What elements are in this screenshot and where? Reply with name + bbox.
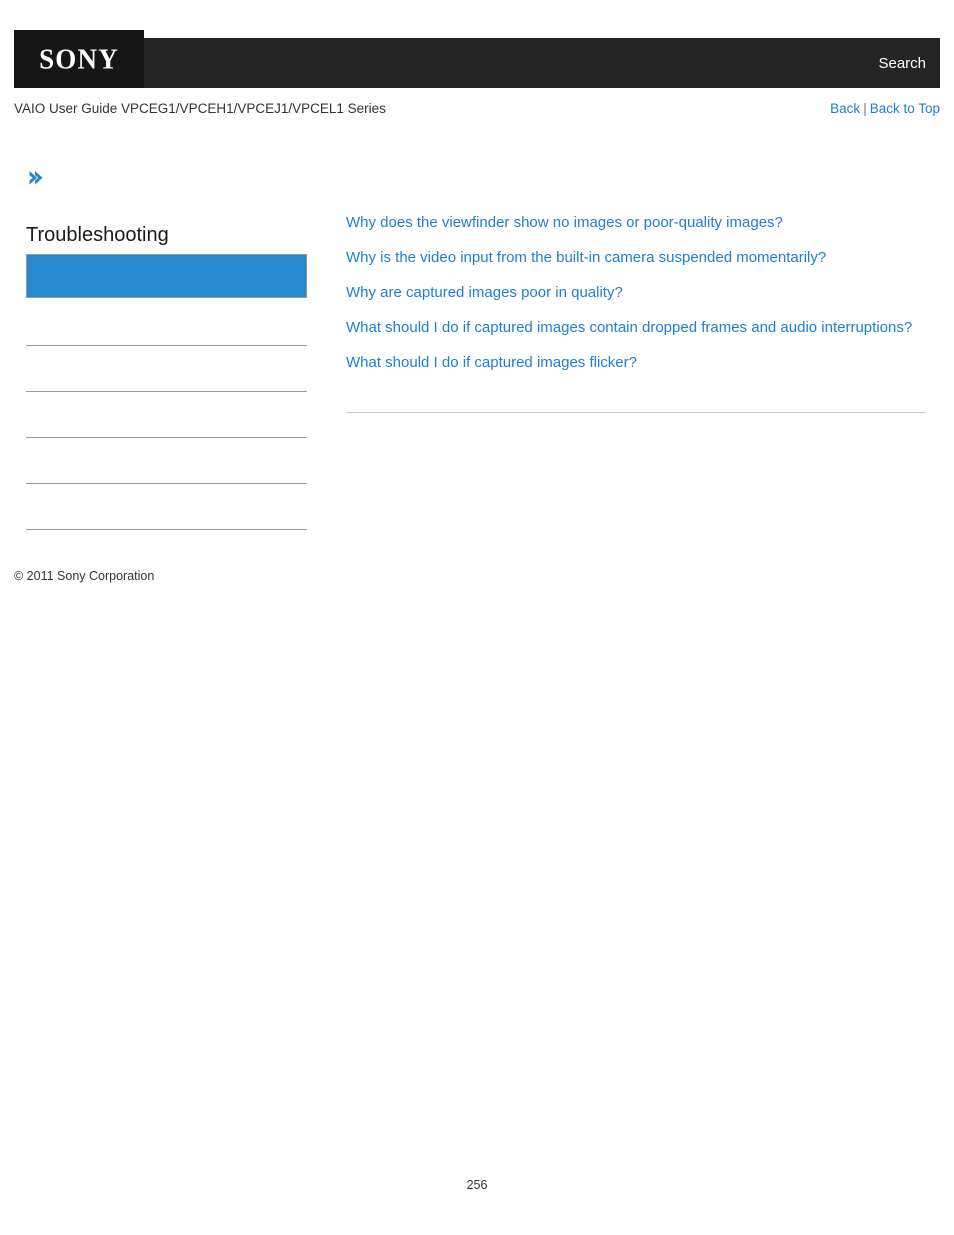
subheader: VAIO User Guide VPCEG1/VPCEH1/VPCEJ1/VPC… [14, 101, 940, 121]
page-number: 256 [466, 1178, 488, 1192]
sidebar-item-4[interactable] [26, 438, 307, 484]
sidebar-section-title: Troubleshooting [26, 224, 169, 246]
sony-logo[interactable]: SONY [14, 30, 144, 88]
copyright-notice: © 2011 Sony Corporation [14, 569, 155, 583]
back-link[interactable]: Back [830, 101, 860, 116]
faq-link-5[interactable]: What should I do if captured images flic… [346, 353, 926, 373]
faq-link-2[interactable]: Why is the video input from the built-in… [346, 248, 926, 268]
chevron-right-icon[interactable] [26, 168, 46, 188]
sidebar-item-active[interactable] [26, 254, 307, 298]
header-nav-links: Back | Back to Top [830, 101, 940, 116]
search-button[interactable]: Search [878, 38, 926, 88]
sony-logo-text: SONY [39, 42, 119, 75]
site-header: SONY Search [14, 30, 940, 88]
faq-link-4[interactable]: What should I do if captured images cont… [346, 318, 926, 338]
sidebar-item-2[interactable] [26, 346, 307, 392]
back-to-top-link[interactable]: Back to Top [870, 101, 940, 116]
content-divider [346, 412, 926, 413]
sidebar-item-3[interactable] [26, 392, 307, 438]
main-content: Why does the viewfinder show no images o… [346, 213, 926, 388]
nav-separator: | [863, 101, 867, 116]
faq-link-3[interactable]: Why are captured images poor in quality? [346, 283, 926, 303]
sidebar: Troubleshooting [26, 168, 307, 530]
sidebar-item-1[interactable] [26, 298, 307, 346]
faq-link-1[interactable]: Why does the viewfinder show no images o… [346, 213, 926, 233]
page-title: VAIO User Guide VPCEG1/VPCEH1/VPCEJ1/VPC… [14, 101, 386, 116]
sidebar-item-5[interactable] [26, 484, 307, 530]
